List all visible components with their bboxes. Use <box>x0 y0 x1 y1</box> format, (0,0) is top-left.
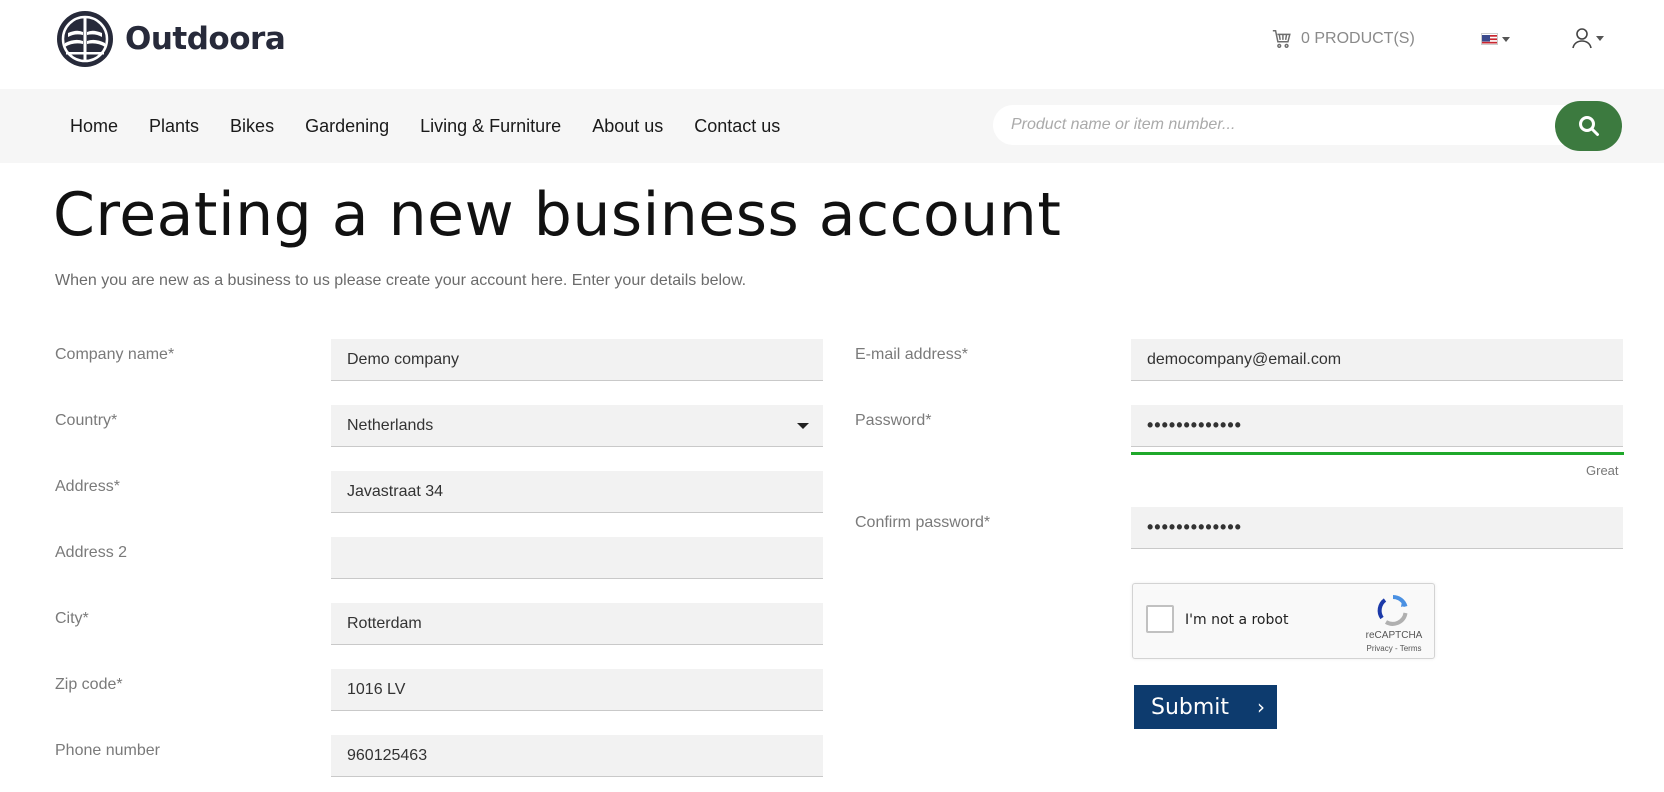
recaptcha-brand: reCAPTCHA <box>1365 630 1423 641</box>
nav-item-about-us[interactable]: About us <box>592 116 663 137</box>
address2-label: Address 2 <box>55 544 128 561</box>
nav-item-gardening[interactable]: Gardening <box>305 116 389 137</box>
city-value: Rotterdam <box>347 614 422 632</box>
phone-number-field[interactable]: 960125463 <box>331 735 823 777</box>
recaptcha-label: I'm not a robot <box>1185 612 1289 628</box>
search-bar <box>993 105 1621 145</box>
page-subtitle: When you are new as a business to us ple… <box>55 272 747 289</box>
phone-number-value: 960125463 <box>347 746 428 764</box>
submit-label: Submit <box>1151 694 1230 720</box>
password-strength-bar <box>1131 452 1624 455</box>
recaptcha-links[interactable]: Privacy - Terms <box>1358 644 1430 653</box>
address-field[interactable]: Javastraat 34 <box>331 471 823 513</box>
brand-name: Outdoora <box>125 21 286 57</box>
tree-logo-icon <box>57 11 113 67</box>
main-nav: Home Plants Bikes Gardening Living & Fur… <box>70 89 811 163</box>
recaptcha-widget: I'm not a robot reCAPTCHA Privacy - Term… <box>1132 583 1435 659</box>
recaptcha-checkbox[interactable] <box>1146 605 1174 633</box>
user-icon <box>1572 28 1592 49</box>
zip-code-value: 1016 LV <box>347 680 406 698</box>
main-navbar: Home Plants Bikes Gardening Living & Fur… <box>0 89 1664 163</box>
chevron-down-icon <box>1502 36 1510 42</box>
password-strength-text: Great <box>1586 463 1619 478</box>
nav-item-plants[interactable]: Plants <box>149 116 199 137</box>
confirm-password-value: ••••••••••••• <box>1147 517 1242 537</box>
email-value: democompany@email.com <box>1147 350 1342 368</box>
confirm-password-field[interactable]: ••••••••••••• <box>1131 507 1623 549</box>
search-button[interactable] <box>1555 101 1622 151</box>
zip-code-label: Zip code* <box>55 676 123 693</box>
submit-button[interactable]: Submit › <box>1134 685 1277 729</box>
nav-item-bikes[interactable]: Bikes <box>230 116 274 137</box>
nav-item-home[interactable]: Home <box>70 116 118 137</box>
search-input[interactable] <box>1011 105 1531 145</box>
cart-label: 0 PRODUCT(S) <box>1301 30 1415 47</box>
company-name-value: Demo company <box>347 350 460 368</box>
country-value: Netherlands <box>347 416 434 434</box>
phone-number-label: Phone number <box>55 742 160 759</box>
nav-item-contact-us[interactable]: Contact us <box>694 116 780 137</box>
chevron-down-icon <box>797 423 809 429</box>
cart-icon <box>1272 30 1291 48</box>
address-label: Address* <box>55 478 120 495</box>
address2-field[interactable] <box>331 537 823 579</box>
password-label: Password* <box>855 412 932 429</box>
password-field[interactable]: ••••••••••••• <box>1131 405 1623 447</box>
country-label: Country* <box>55 412 118 429</box>
email-field[interactable]: democompany@email.com <box>1131 339 1623 381</box>
city-label: City* <box>55 610 89 627</box>
email-label: E-mail address* <box>855 346 968 363</box>
password-value: ••••••••••••• <box>1147 415 1242 435</box>
page-title: Creating a new business account <box>53 180 1062 250</box>
company-name-label: Company name* <box>55 346 175 363</box>
chevron-down-icon <box>1596 35 1604 41</box>
country-select[interactable]: Netherlands <box>331 405 823 447</box>
us-flag-icon <box>1481 33 1498 45</box>
address-value: Javastraat 34 <box>347 482 444 500</box>
city-field[interactable]: Rotterdam <box>331 603 823 645</box>
search-icon <box>1578 116 1599 136</box>
company-name-field[interactable]: Demo company <box>331 339 823 381</box>
language-selector[interactable] <box>1481 33 1510 45</box>
nav-item-living-furniture[interactable]: Living & Furniture <box>420 116 561 137</box>
confirm-password-label: Confirm password* <box>855 514 991 531</box>
recaptcha-logo-icon <box>1377 595 1408 626</box>
site-header: Outdoora 0 PRODUCT(S) <box>0 0 1664 89</box>
brand-logo[interactable]: Outdoora <box>55 9 286 69</box>
cart-link[interactable]: 0 PRODUCT(S) <box>1271 28 1415 50</box>
account-menu[interactable] <box>1572 27 1604 49</box>
zip-code-field[interactable]: 1016 LV <box>331 669 823 711</box>
chevron-right-icon: › <box>1257 695 1265 719</box>
